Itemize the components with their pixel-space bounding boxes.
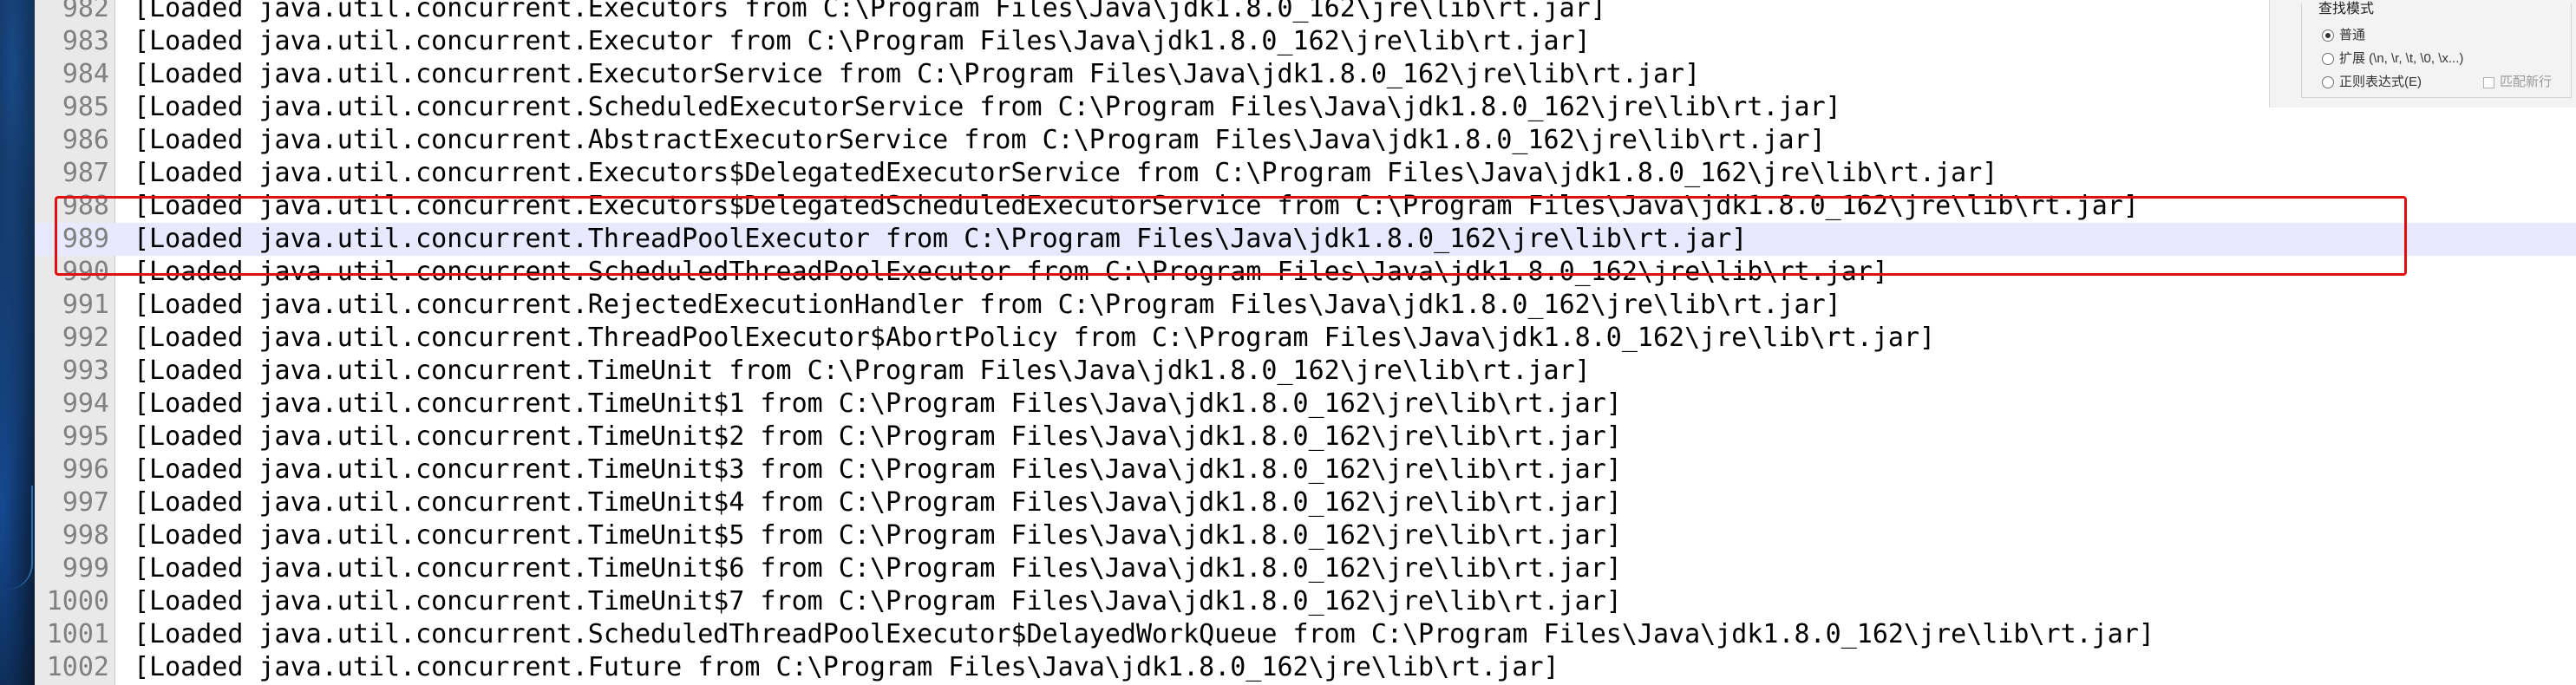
line-text[interactable]: [Loaded java.util.concurrent.ScheduledEx… [134, 91, 1841, 124]
line-number: 998 [62, 520, 109, 551]
line-text[interactable]: [Loaded java.util.concurrent.Executors$D… [134, 157, 1997, 190]
line-text[interactable]: [Loaded java.util.concurrent.ScheduledTh… [134, 618, 2154, 651]
match-newline-label: 匹配新行 [2500, 75, 2553, 89]
line-number: 997 [62, 487, 109, 518]
search-mode-normal[interactable]: 普通 [2322, 26, 2365, 45]
line-text[interactable]: [Loaded java.util.concurrent.ThreadPoolE… [134, 223, 1747, 256]
line-number: 995 [62, 421, 109, 452]
text-editor[interactable]: 982 [Loaded java.util.concurrent.Executor… [35, 0, 2576, 685]
editor-line[interactable]: 998 [Loaded java.util.concurrent.TimeUnit… [35, 519, 2576, 552]
editor-line[interactable]: 997 [Loaded java.util.concurrent.TimeUnit… [35, 486, 2576, 519]
find-mode-panel: 查找模式 普通 扩展 (\n, \r, \t, \0, \x...) 正则表达式… [2269, 0, 2576, 108]
line-text[interactable]: [Loaded java.util.concurrent.ThreadPoolE… [134, 322, 1935, 355]
radio-extended[interactable] [2322, 53, 2334, 65]
editor-line[interactable]: 989 [Loaded java.util.concurrent.ThreadPo… [35, 223, 2576, 256]
editor-line[interactable]: 992 [Loaded java.util.concurrent.ThreadPo… [35, 322, 2576, 355]
line-text[interactable]: [Loaded java.util.concurrent.TimeUnit$6 … [134, 552, 1622, 585]
desktop-background [0, 0, 35, 685]
line-text[interactable]: [Loaded java.util.concurrent.TimeUnit$4 … [134, 486, 1622, 519]
editor-line[interactable]: 1000 [Loaded java.util.concurrent.TimeUni… [35, 585, 2576, 618]
line-number: 993 [62, 356, 109, 386]
radio-normal[interactable] [2322, 29, 2334, 42]
line-text[interactable]: [Loaded java.util.concurrent.Executors f… [134, 0, 1606, 25]
editor-lines[interactable]: 982 [Loaded java.util.concurrent.Executor… [35, 0, 2576, 684]
find-mode-title: 查找模式 [2318, 2, 2375, 16]
editor-line[interactable]: 984 [Loaded java.util.concurrent.Executor… [35, 58, 2576, 91]
editor-line[interactable]: 987 [Loaded java.util.concurrent.Executor… [35, 157, 2576, 190]
line-text[interactable]: [Loaded java.util.concurrent.TimeUnit$7 … [134, 585, 1622, 618]
line-number: 1001 [46, 619, 109, 649]
line-number: 985 [62, 92, 109, 122]
line-text[interactable]: [Loaded java.util.concurrent.Executor fr… [134, 25, 1591, 58]
editor-line[interactable]: 985 [Loaded java.util.concurrent.Schedule… [35, 91, 2576, 124]
line-text[interactable]: [Loaded java.util.concurrent.ExecutorSer… [134, 58, 1700, 91]
editor-line[interactable]: 993 [Loaded java.util.concurrent.TimeUnit… [35, 355, 2576, 388]
line-number: 982 [62, 0, 109, 23]
editor-line[interactable]: 988 [Loaded java.util.concurrent.Executor… [35, 190, 2576, 223]
line-text[interactable]: [Loaded java.util.concurrent.TimeUnit$2 … [134, 421, 1622, 453]
line-text[interactable]: [Loaded java.util.concurrent.AbstractExe… [134, 124, 1826, 157]
line-number: 988 [62, 191, 109, 221]
search-mode-extended-label: 扩展 (\n, \r, \t, \0, \x...) [2339, 51, 2464, 66]
search-mode-regex-label: 正则表达式(E) [2339, 75, 2422, 89]
line-number: 994 [62, 388, 109, 419]
editor-line[interactable]: 982 [Loaded java.util.concurrent.Executor… [35, 0, 2576, 25]
line-number: 983 [62, 26, 109, 56]
match-newline-option[interactable]: 匹配新行 [2483, 73, 2552, 92]
editor-line[interactable]: 983 [Loaded java.util.concurrent.Executor… [35, 25, 2576, 58]
editor-line[interactable]: 986 [Loaded java.util.concurrent.Abstract… [35, 124, 2576, 157]
line-text[interactable]: [Loaded java.util.concurrent.ScheduledTh… [134, 256, 1888, 289]
line-text[interactable]: [Loaded java.util.concurrent.Executors$D… [134, 190, 2139, 223]
line-number: 1000 [46, 586, 109, 616]
editor-line[interactable]: 999 [Loaded java.util.concurrent.TimeUnit… [35, 552, 2576, 585]
editor-line[interactable]: 1002 [Loaded java.util.concurrent.Future … [35, 651, 2576, 684]
line-number: 992 [62, 323, 109, 353]
search-mode-normal-label: 普通 [2339, 28, 2366, 42]
line-text[interactable]: [Loaded java.util.concurrent.TimeUnit$1 … [134, 388, 1622, 421]
line-number: 996 [62, 454, 109, 485]
line-text[interactable]: [Loaded java.util.concurrent.TimeUnit$3 … [134, 453, 1622, 486]
line-number: 991 [62, 290, 109, 320]
radio-regex[interactable] [2322, 76, 2334, 88]
editor-line[interactable]: 996 [Loaded java.util.concurrent.TimeUnit… [35, 453, 2576, 486]
line-number: 987 [62, 158, 109, 188]
line-number: 984 [62, 59, 109, 89]
line-number: 986 [62, 125, 109, 155]
line-number: 989 [62, 224, 109, 254]
line-number: 1002 [46, 652, 109, 682]
line-text[interactable]: [Loaded java.util.concurrent.RejectedExe… [134, 289, 1841, 322]
line-text[interactable]: [Loaded java.util.concurrent.TimeUnit$5 … [134, 519, 1622, 552]
line-number: 999 [62, 553, 109, 584]
line-number: 990 [62, 257, 109, 287]
editor-line[interactable]: 990 [Loaded java.util.concurrent.Schedule… [35, 256, 2576, 289]
line-text[interactable]: [Loaded java.util.concurrent.TimeUnit fr… [134, 355, 1591, 388]
editor-line[interactable]: 994 [Loaded java.util.concurrent.TimeUnit… [35, 388, 2576, 421]
editor-line[interactable]: 991 [Loaded java.util.concurrent.Rejected… [35, 289, 2576, 322]
search-mode-extended[interactable]: 扩展 (\n, \r, \t, \0, \x...) [2322, 49, 2463, 68]
search-mode-regex[interactable]: 正则表达式(E) [2322, 73, 2422, 92]
line-text[interactable]: [Loaded java.util.concurrent.Future from… [134, 651, 1559, 684]
match-newline-checkbox[interactable] [2483, 76, 2494, 88]
editor-line[interactable]: 995 [Loaded java.util.concurrent.TimeUnit… [35, 421, 2576, 453]
editor-line[interactable]: 1001 [Loaded java.util.concurrent.Schedul… [35, 618, 2576, 651]
